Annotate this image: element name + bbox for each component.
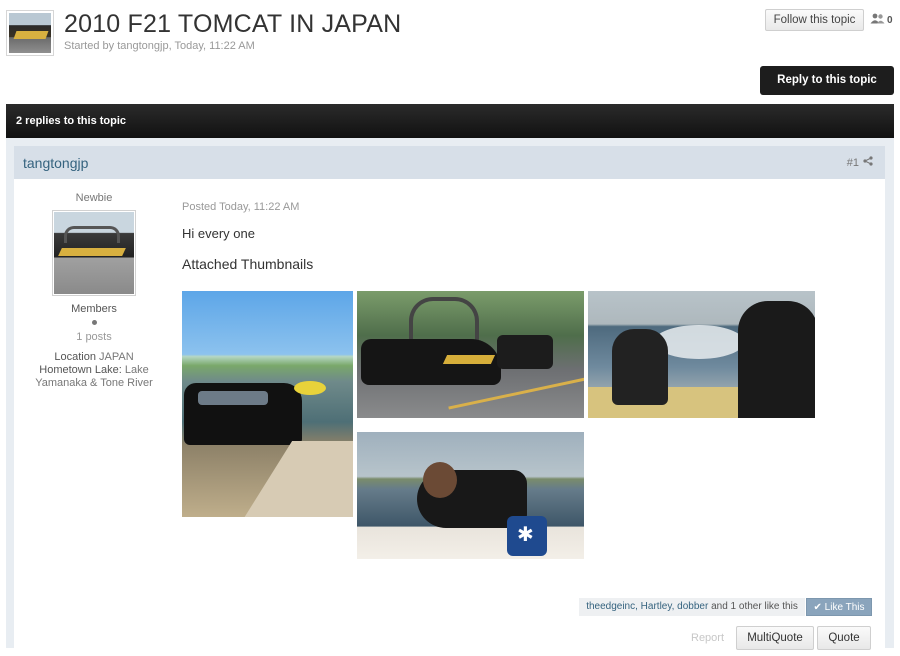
attached-thumbnails-title: Attached Thumbnails <box>182 256 314 272</box>
topic-title: 2010 F21 TOMCAT IN JAPAN <box>64 10 402 38</box>
author-group: Members <box>71 303 117 315</box>
follower-count-value: 0 <box>887 14 893 26</box>
post-body: Hi every one <box>182 226 255 241</box>
likes-names-link[interactable]: theedgeinc, Hartley, dobber <box>586 601 708 612</box>
check-icon: ✔ <box>813 602 822 613</box>
multiquote-button[interactable]: MultiQuote <box>736 626 814 650</box>
post: tangtongjp #1 Newbie Members 1 posts Loc… <box>14 146 885 656</box>
reply-topic-button[interactable]: Reply to this topic <box>760 66 894 95</box>
attached-thumbnail[interactable] <box>357 291 584 418</box>
report-link[interactable]: Report <box>691 632 724 644</box>
author-location: Location JAPAN <box>54 351 134 363</box>
post-author-link[interactable]: tangtongjp <box>23 155 88 171</box>
like-this-button[interactable]: ✔ Like This <box>806 598 872 616</box>
post-number-link[interactable]: #1 <box>847 156 873 169</box>
share-icon[interactable] <box>863 156 873 169</box>
post-header: tangtongjp #1 <box>14 146 885 179</box>
attached-thumbnail[interactable] <box>588 291 815 418</box>
author-rank: Newbie <box>75 192 113 204</box>
follower-count[interactable]: 0 <box>870 13 893 27</box>
like-this-label: Like This <box>824 602 865 613</box>
likes-summary: theedgeinc, Hartley, dobber and 1 other … <box>579 598 805 616</box>
attached-thumbnail[interactable] <box>357 432 584 559</box>
author-info: Newbie Members 1 posts Location JAPAN Ho… <box>14 192 174 390</box>
author-avatar[interactable] <box>52 210 136 296</box>
people-icon <box>870 13 885 27</box>
replies-count-bar: 2 replies to this topic <box>6 104 894 138</box>
author-hometown: Hometown Lake: Lake Yamanaka & Tone Rive… <box>35 364 153 389</box>
offline-dot-icon <box>91 320 97 325</box>
quote-button[interactable]: Quote <box>817 626 871 650</box>
likes-suffix: and 1 other like this <box>711 601 798 612</box>
attached-thumbnail[interactable] <box>182 291 353 517</box>
topic-starter-avatar[interactable] <box>6 10 54 56</box>
topic-started-by: Started by tangtongjp, Today, 11:22 AM <box>64 40 255 52</box>
author-post-count: 1 posts <box>76 331 112 343</box>
post-number: #1 <box>846 156 859 169</box>
post-container: tangtongjp #1 Newbie Members 1 posts Loc… <box>6 138 894 656</box>
post-date: Posted Today, 11:22 AM <box>182 201 300 213</box>
follow-topic-button[interactable]: Follow this topic <box>765 9 864 31</box>
